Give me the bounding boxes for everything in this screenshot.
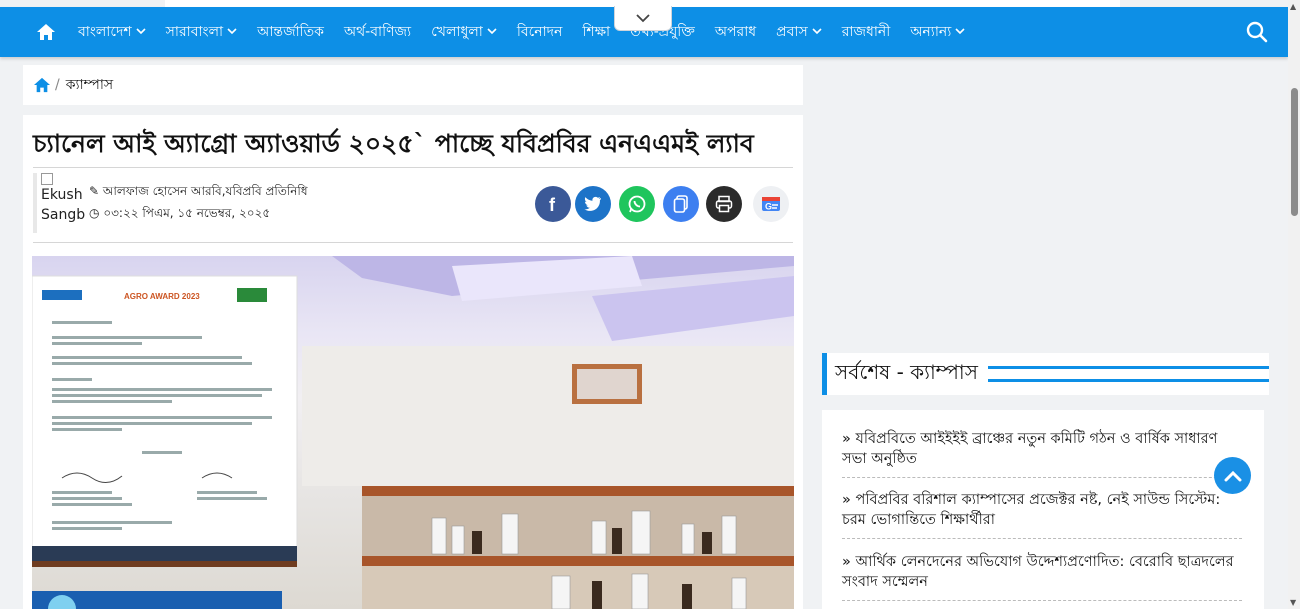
svg-text:G: G (765, 202, 772, 212)
author-avatar-alt-line1: Ekush (41, 187, 83, 203)
nav-item-label: রাজধানী (841, 24, 891, 40)
share-whatsapp-button[interactable] (619, 186, 655, 222)
chevron-down-icon (487, 27, 497, 38)
facebook-icon: f (549, 195, 556, 213)
chevron-down-icon (136, 27, 146, 38)
nav-item-label: প্রবাস (776, 24, 808, 40)
chevron-down-icon (227, 27, 237, 38)
nav-item-label: আন্তর্জাতিক (257, 24, 324, 40)
chevron-down-icon (955, 27, 965, 38)
home-icon (34, 77, 50, 93)
news-link[interactable]: পবিপ্রবির বরিশাল ক্যাম্পাসের প্রজেক্টর ন… (842, 492, 1220, 528)
back-to-top-button[interactable] (1214, 457, 1251, 494)
scroll-down-icon[interactable]: ▼ (1290, 598, 1296, 607)
nav-item-6[interactable]: শিক্ষা (572, 7, 620, 57)
nav-item-label: বিনোদন (516, 24, 563, 40)
nav-item-11[interactable]: অন্যান্য (900, 7, 975, 57)
collapse-toggle[interactable] (614, 6, 672, 31)
twitter-icon (584, 196, 601, 211)
scroll-up-icon[interactable]: ▲ (1290, 2, 1296, 11)
nav-item-label: অপরাধ (714, 24, 757, 40)
publish-time: ◷ ০৩:২২ পিএম, ১৫ নভেম্বর, ২০২৫ (89, 205, 270, 225)
award-letter-header: AGRO AWARD 2023 (124, 292, 200, 301)
print-button[interactable] (706, 186, 742, 222)
nav-item-9[interactable]: প্রবাস (766, 7, 832, 57)
home-link[interactable] (24, 23, 68, 41)
scrollbar-thumb[interactable] (1291, 88, 1298, 216)
author-byline: ✎ আলফাজ হোসেন আরবি,যবিপ্রবি প্রতিনিধি (89, 183, 308, 203)
google-news-button[interactable]: G (753, 186, 789, 222)
nav-item-2[interactable]: আন্তর্জাতিক (247, 7, 334, 57)
article-card: চ্যানেল আই অ্যাগ্রো অ্যাওয়ার্ড ২০২৫` পা… (23, 115, 803, 609)
search-icon[interactable] (1244, 19, 1270, 45)
breadcrumb-separator: / (55, 77, 60, 93)
heading-decoration (987, 366, 1269, 382)
bullet-icon: » (842, 492, 851, 508)
breadcrumb-current[interactable]: ক্যাম্পাস (66, 73, 113, 97)
nav-item-label: অন্যান্য (910, 24, 952, 40)
divider (33, 167, 793, 168)
page-scrollbar[interactable]: ▲ ▼ (1288, 0, 1300, 609)
latest-campus-heading: সর্বশেষ - ক্যাম্পাস (822, 353, 1269, 395)
lab-photo-illustration: AGRO AWARD 2023 (32, 256, 794, 609)
nav-item-8[interactable]: অপরাধ (705, 7, 766, 57)
nav-items: বাংলাদেশ সারাবাংলা আন্তর্জাতিক অর্থ-বাণিজ্য… (68, 7, 975, 57)
breadcrumb-home-link[interactable] (33, 77, 51, 93)
nav-item-label: সারাবাংলা (165, 24, 224, 40)
author-avatar-alt-line2: Sangb (41, 207, 86, 223)
nav-item-label: অর্থ-বাণিজ্য (343, 24, 412, 40)
chevron-down-icon (812, 27, 822, 38)
nav-item-1[interactable]: সারাবাংলা (156, 7, 247, 57)
svg-text:f: f (549, 195, 556, 213)
share-twitter-button[interactable] (575, 186, 611, 222)
breadcrumb: / ক্যাম্পাস (23, 65, 803, 105)
publish-time-text: ০৩:২২ পিএম, ১৫ নভেম্বর, ২০২৫ (103, 206, 271, 220)
nav-item-label: শিক্ষা (582, 24, 611, 40)
print-icon (715, 195, 733, 213)
chevron-up-icon (1224, 470, 1241, 481)
latest-news-list: » যবিপ্রবিতে আইইইই ব্রাঞ্চের নতুন কমিটি … (822, 410, 1264, 609)
list-item[interactable]: » যবিপ্রবিতে আইইইই ব্রাঞ্চের নতুন কমিটি … (842, 429, 1242, 478)
nav-item-label: বাংলাদেশ (78, 24, 132, 40)
list-item[interactable]: » আর্থিক লেনদেনের অভিযোগ উদ্দেশ্যপ্রণোদি… (842, 552, 1242, 601)
nav-item-4[interactable]: খেলাধুলা (421, 7, 507, 57)
list-item[interactable]: » পবিপ্রবির বরিশাল ক্যাম্পাসের প্রজেক্টর… (842, 490, 1242, 539)
clock-icon: ◷ (89, 206, 100, 220)
nav-item-3[interactable]: অর্থ-বাণিজ্য (334, 7, 421, 57)
broken-image-icon (41, 173, 53, 185)
copy-icon (673, 195, 688, 213)
whatsapp-icon (628, 195, 646, 213)
bullet-icon: » (842, 554, 851, 570)
share-facebook-button[interactable]: f (535, 186, 571, 222)
featured-image: AGRO AWARD 2023 (32, 256, 794, 609)
author-name[interactable]: আলফাজ হোসেন আরবি,যবিপ্রবি প্রতিনিধি (103, 184, 308, 198)
author-avatar: Ekush Sangb (33, 173, 93, 233)
pencil-icon: ✎ (89, 184, 100, 198)
bullet-icon: » (842, 431, 851, 447)
divider (33, 242, 793, 243)
copy-link-button[interactable] (663, 186, 699, 222)
chevron-down-icon (636, 14, 650, 23)
latest-title[interactable]: সর্বশেষ - ক্যাম্পাস (827, 358, 978, 391)
nav-item-0[interactable]: বাংলাদেশ (68, 7, 156, 57)
google-news-icon: G (762, 197, 780, 212)
nav-item-10[interactable]: রাজধানী (832, 7, 901, 57)
news-link[interactable]: আর্থিক লেনদেনের অভিযোগ উদ্দেশ্যপ্রণোদিত:… (842, 554, 1234, 590)
news-link[interactable]: যবিপ্রবিতে আইইইই ব্রাঞ্চের নতুন কমিটি গঠ… (842, 431, 1217, 467)
home-icon (37, 24, 55, 40)
article-headline: চ্যানেল আই অ্যাগ্রো অ্যাওয়ার্ড ২০২৫` পা… (33, 129, 754, 158)
nav-item-label: খেলাধুলা (431, 24, 483, 40)
nav-item-5[interactable]: বিনোদন (507, 7, 573, 57)
